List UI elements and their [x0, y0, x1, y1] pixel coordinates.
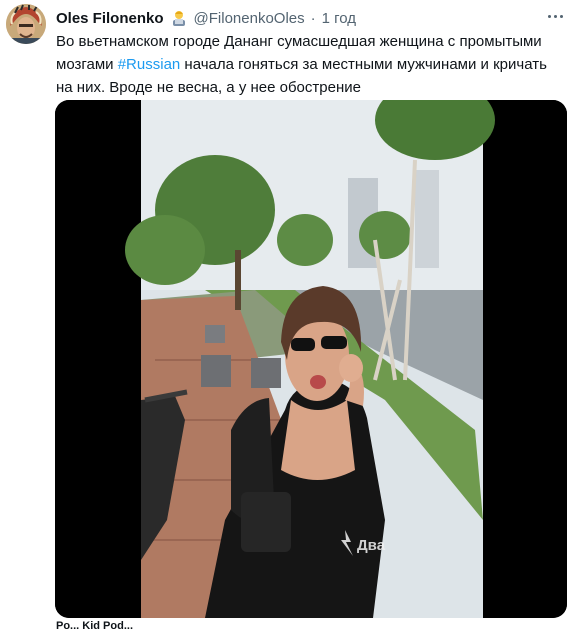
- video-player[interactable]: Два: [55, 100, 567, 618]
- author-handle[interactable]: @FilonenkoOles: [194, 10, 305, 27]
- tweet-timestamp[interactable]: 1 год: [322, 10, 356, 27]
- next-tweet-peek: Po... Kid Pod...: [56, 620, 133, 632]
- video-frame: Два: [55, 100, 567, 618]
- tweet[interactable]: Oles Filonenko @FilonenkoOles · 1 год Во…: [0, 0, 582, 632]
- separator-dot: ·: [310, 9, 316, 27]
- hashtag-link[interactable]: #Russian: [118, 56, 181, 73]
- tweet-header: Oles Filonenko @FilonenkoOles · 1 год: [56, 8, 356, 28]
- video-scene: Два: [125, 100, 495, 618]
- more-options-icon[interactable]: [542, 6, 568, 26]
- avatar-image: [6, 4, 46, 44]
- watermark-text: Два: [357, 537, 386, 554]
- avatar[interactable]: [6, 4, 46, 44]
- tweet-text: Во вьетнамском городе Дананг сумасшедшая…: [56, 30, 561, 99]
- author-name[interactable]: Oles Filonenko: [56, 10, 164, 27]
- man-technologist-emoji-icon: [170, 9, 188, 27]
